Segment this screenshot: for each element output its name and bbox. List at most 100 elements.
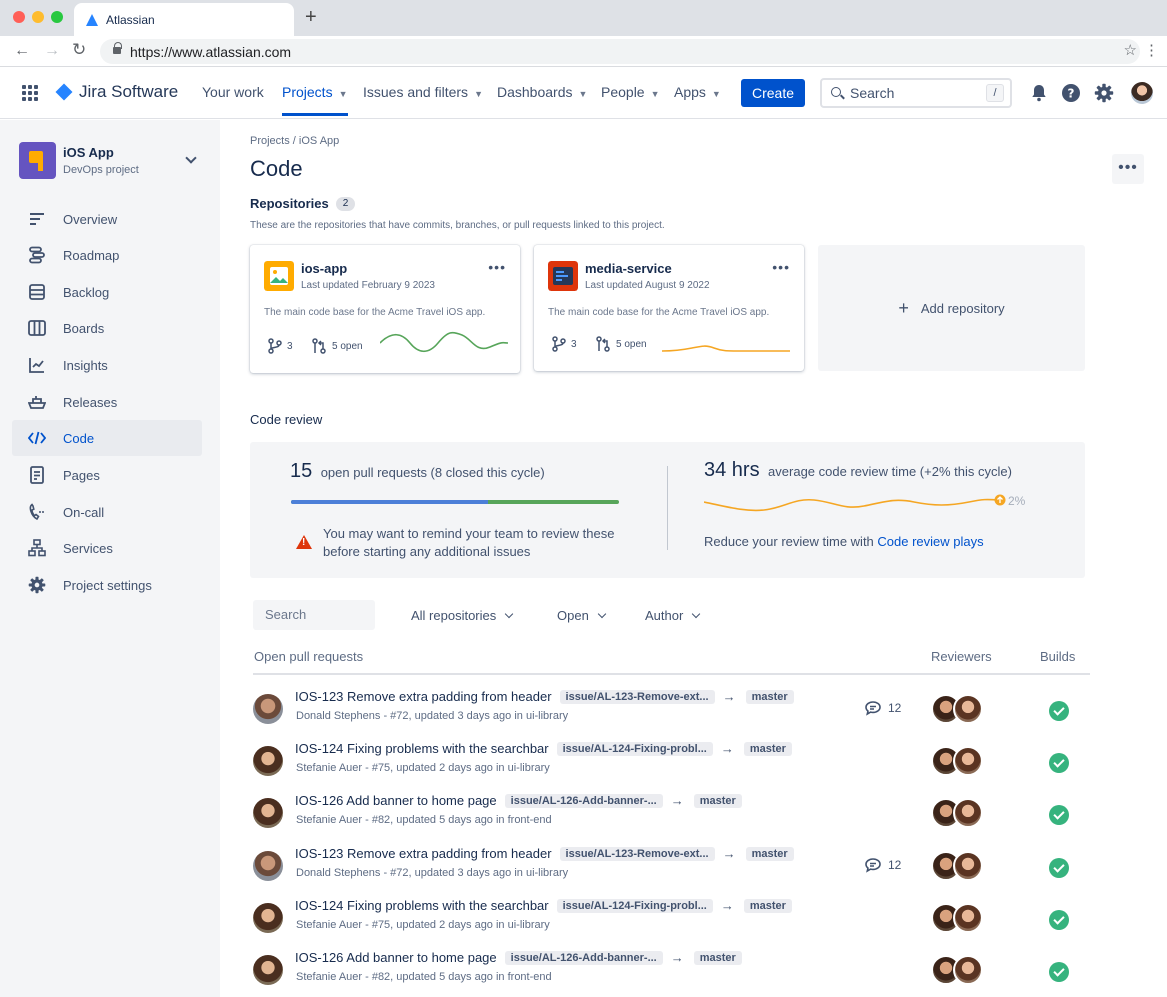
pr-search-input[interactable]: Search	[253, 600, 375, 630]
build-success-icon[interactable]	[1049, 701, 1069, 721]
nav-people[interactable]: People ▼	[601, 84, 660, 100]
sidebar-item-label: Releases	[63, 394, 118, 410]
top-navigation: Jira Software Your work Projects ▼ Issues…	[0, 67, 1167, 119]
repository-activity-sparkline	[662, 345, 790, 352]
more-actions-button[interactable]: •••	[1112, 154, 1144, 184]
comment-count[interactable]: 12	[864, 857, 901, 873]
new-tab-button[interactable]: +	[305, 6, 317, 29]
global-search-input[interactable]: Search /	[820, 78, 1012, 108]
pull-request-title-text: IOS-126 Add banner to home page	[295, 793, 497, 808]
reviewer-avatar	[953, 694, 983, 724]
create-button[interactable]: Create	[741, 79, 805, 107]
build-success-icon[interactable]	[1049, 962, 1069, 982]
sidebar-item-roadmap[interactable]: Roadmap	[12, 237, 202, 273]
repository-more-icon[interactable]: •••	[488, 259, 506, 275]
breadcrumb[interactable]: Projects / iOS App	[250, 135, 339, 147]
comment-count[interactable]: 12	[864, 700, 901, 716]
pull-request-title[interactable]: IOS-126 Add banner to home page issue/AL-…	[295, 793, 742, 808]
sidebar-item-on-call[interactable]: On-call	[12, 494, 202, 530]
url-field[interactable]: https://www. atlassian.com	[100, 39, 1140, 64]
target-branch-lozenge: master	[743, 742, 792, 756]
sidebar-item-releases[interactable]: Releases	[12, 384, 202, 420]
browser-menu-icon[interactable]: ⋮	[1144, 41, 1159, 59]
minimize-window-button[interactable]	[32, 11, 44, 23]
comment-count-value: 12	[888, 701, 902, 715]
chevron-down-icon	[505, 609, 514, 619]
sidebar-item-project-settings[interactable]: Project settings	[12, 567, 202, 603]
repositories-heading: Repositories	[250, 196, 329, 211]
services-icon	[28, 539, 46, 557]
releases-icon	[28, 396, 46, 409]
repository-name[interactable]: media-service	[585, 261, 672, 276]
pull-request-row[interactable]: IOS-124 Fixing problems with the searchb…	[253, 898, 1090, 950]
address-bar: ← → ↻ https://www. atlassian.com ☆ ⋮	[0, 36, 1167, 67]
browser-tab[interactable]: Atlassian	[74, 3, 294, 36]
sidebar-item-pages[interactable]: Pages	[12, 457, 202, 493]
pull-request-title[interactable]: IOS-123 Remove extra padding from header…	[295, 689, 794, 704]
pull-request-title[interactable]: IOS-124 Fixing problems with the searchb…	[295, 898, 792, 913]
pull-request-row[interactable]: IOS-123 Remove extra padding from header…	[253, 689, 1090, 741]
repository-more-icon[interactable]: •••	[772, 259, 790, 275]
pull-request-meta: Stefanie Auer - #75, updated 2 days ago …	[296, 919, 550, 931]
bookmark-star-icon[interactable]: ☆	[1124, 41, 1137, 59]
build-success-icon[interactable]	[1049, 910, 1069, 930]
maximize-window-button[interactable]	[51, 11, 63, 23]
search-shortcut-key: /	[986, 84, 1004, 102]
nav-apps[interactable]: Apps ▼	[674, 84, 721, 100]
notifications-bell-icon[interactable]	[1029, 83, 1049, 103]
app-switcher-icon[interactable]	[22, 85, 38, 101]
reviewer-avatars	[931, 694, 985, 724]
sidebar-item-services[interactable]: Services	[12, 530, 202, 566]
branch-count-value: 3	[287, 340, 293, 352]
pull-request-row[interactable]: IOS-126 Add banner to home page issue/AL-…	[253, 793, 1090, 845]
build-success-icon[interactable]	[1049, 753, 1069, 773]
pull-request-count: 5 open	[312, 338, 363, 354]
sidebar-item-overview[interactable]: Overview	[12, 201, 202, 237]
pull-request-title[interactable]: IOS-126 Add banner to home page issue/AL-…	[295, 950, 742, 965]
build-success-icon[interactable]	[1049, 805, 1069, 825]
reviewer-avatar	[953, 955, 983, 985]
jira-diamond-icon	[55, 83, 73, 101]
sidebar-item-insights[interactable]: Insights	[12, 347, 202, 383]
help-icon[interactable]: ?	[1061, 83, 1081, 103]
repository-card[interactable]: ios-app Last updated February 9 2023 •••…	[250, 245, 520, 373]
pull-request-row[interactable]: IOS-126 Add banner to home page issue/AL-…	[253, 950, 1090, 997]
pull-request-row[interactable]: IOS-124 Fixing problems with the searchb…	[253, 741, 1090, 793]
sidebar-item-backlog[interactable]: Backlog	[12, 274, 202, 310]
add-repository-button[interactable]: + Add repository	[818, 245, 1085, 371]
code-review-plays-link[interactable]: Code review plays	[877, 534, 983, 549]
nav-issues-and-filters[interactable]: Issues and filters ▼	[363, 84, 483, 100]
nav-your-work[interactable]: Your work	[202, 84, 264, 100]
repository-name[interactable]: ios-app	[301, 261, 347, 276]
forward-arrow-icon[interactable]: →	[44, 42, 60, 60]
nav-projects[interactable]: Projects ▼	[282, 84, 348, 116]
user-avatar[interactable]	[1131, 82, 1153, 104]
pull-request-title[interactable]: IOS-123 Remove extra padding from header…	[295, 846, 794, 861]
target-branch-lozenge: master	[743, 899, 792, 913]
sidebar-item-boards[interactable]: Boards	[12, 310, 202, 346]
repository-description: The main code base for the Acme Travel i…	[548, 307, 770, 318]
settings-gear-icon[interactable]	[1094, 83, 1114, 103]
reload-icon[interactable]: ↻	[72, 40, 86, 60]
repository-updated: Last updated August 9 2022	[585, 280, 710, 291]
status-filter-dropdown[interactable]: Open	[557, 608, 607, 623]
jira-logo[interactable]: Jira Software	[55, 82, 178, 102]
repositories-description: These are the repositories that have com…	[250, 220, 665, 231]
arrow-right-icon: →	[670, 793, 684, 808]
sidebar-item-code[interactable]: Code	[12, 420, 202, 456]
close-window-button[interactable]	[13, 11, 25, 23]
pull-request-title[interactable]: IOS-124 Fixing problems with the searchb…	[295, 741, 792, 756]
repository-card[interactable]: media-service Last updated August 9 2022…	[534, 245, 804, 371]
author-filter-dropdown[interactable]: Author	[645, 608, 701, 623]
pull-request-count: 5 open	[596, 336, 647, 352]
project-switcher-chevron-icon[interactable]	[185, 152, 197, 164]
back-arrow-icon[interactable]: ←	[14, 42, 30, 60]
build-success-icon[interactable]	[1049, 858, 1069, 878]
pull-request-row[interactable]: IOS-123 Remove extra padding from header…	[253, 846, 1090, 898]
nav-dashboards[interactable]: Dashboards ▼	[497, 84, 587, 100]
nav-apps-label: Apps	[674, 84, 706, 100]
repository-filter-dropdown[interactable]: All repositories	[411, 608, 514, 623]
author-avatar	[253, 746, 283, 776]
builds-column-header: Builds	[1040, 649, 1076, 664]
arrow-right-icon: →	[722, 846, 736, 861]
